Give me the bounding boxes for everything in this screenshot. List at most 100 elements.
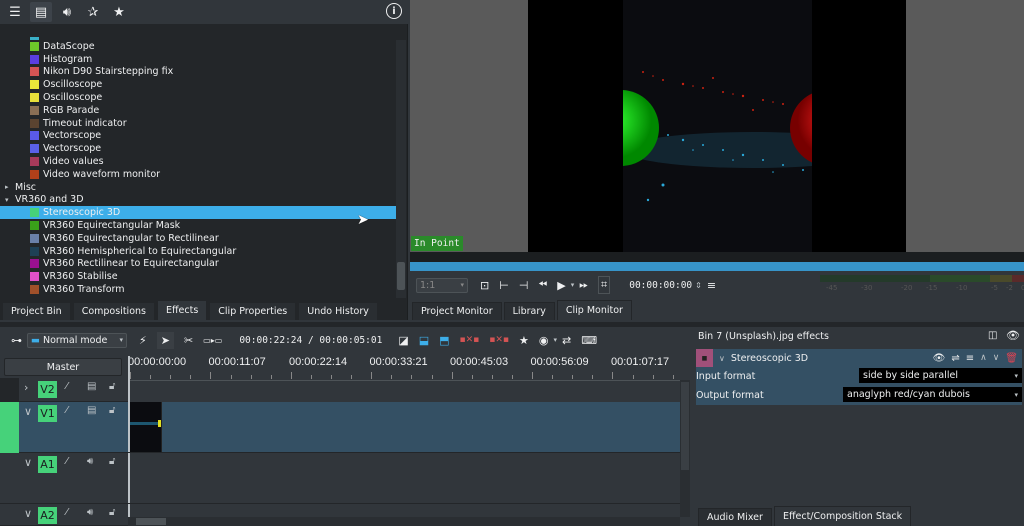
lift-icon[interactable]: ▪✕▪ (460, 335, 480, 345)
monitor-ruler[interactable] (410, 252, 1024, 262)
timeline-position[interactable]: 00:00:22:24 / 00:00:05:01 (239, 335, 382, 346)
play-options-icon[interactable]: ▾ (571, 281, 575, 289)
spacer-tool-icon[interactable]: ▭▸▭ (203, 336, 222, 345)
mixer-icon[interactable]: ⇄ (562, 334, 571, 347)
track-header-v2[interactable]: › V2 ⁄ ▤ 🔓︎ (0, 378, 128, 402)
hide-video-icon[interactable]: ▤ (87, 405, 96, 416)
track-name[interactable]: A2 (38, 507, 57, 524)
track-name[interactable]: A1 (38, 456, 57, 473)
effect-list-item[interactable]: Stereoscopic 3D (0, 206, 396, 220)
tab-undo-history[interactable]: Undo History (298, 302, 378, 320)
output-format-select[interactable]: anaglyph red/cyan dubois ▾ (843, 387, 1022, 402)
effect-list-item[interactable]: Oscilloscope (0, 78, 396, 91)
effect-list-item[interactable]: VR360 Hemispherical to Equirectangular (0, 245, 396, 258)
effect-list-item[interactable]: Nikon D90 Stairstepping fix (0, 66, 396, 79)
track-name[interactable]: V2 (38, 381, 57, 398)
insert-icon[interactable]: ⬓ (419, 334, 429, 347)
track-header-v1[interactable]: ∨ V1 ⁄ ▤ 🔓︎ (0, 402, 128, 453)
track-settings-icon[interactable]: ⊶ (11, 334, 22, 347)
rewind-icon[interactable]: ⏪︎ (538, 278, 547, 292)
move-down-icon[interactable]: ∨ (993, 353, 1000, 363)
vscroll-thumb[interactable] (681, 382, 689, 470)
monitor-timeline-bar[interactable] (410, 262, 1024, 271)
crop-icon[interactable]: ⌗ (598, 276, 611, 294)
master-button[interactable]: Master (4, 358, 122, 376)
set-in-icon[interactable]: ⊢ (499, 279, 509, 292)
track-effects-icon[interactable]: ⁄ (66, 456, 68, 467)
tab-audio-mixer[interactable]: Audio Mixer (698, 508, 772, 526)
razor-all-icon[interactable]: ⚡︎ (139, 334, 147, 347)
track-name[interactable]: V1 (38, 405, 57, 422)
move-up-icon[interactable]: ∧ (980, 353, 987, 363)
track-target[interactable] (0, 378, 19, 402)
effect-header[interactable]: ■ ∨ Stereoscopic 3D 👁︎ ⇌ ≡ ∧ ∨ 🗑︎ (696, 349, 1022, 367)
track-effects-icon[interactable]: ⁄ (66, 405, 68, 416)
expand-track-icon[interactable]: › (24, 381, 28, 394)
fit-icon[interactable]: ⊡ (480, 279, 489, 292)
effect-list-item[interactable]: VR360 Transform (0, 283, 396, 296)
tab-clip-properties[interactable]: Clip Properties (209, 302, 297, 320)
tab-compositions[interactable]: Compositions (72, 302, 155, 320)
effect-category[interactable]: ▾ VR360 and 3D (0, 194, 396, 207)
track-header-a1[interactable]: ∨ A1 ⁄ 🔊︎ 🔓︎ (0, 453, 128, 504)
dock-splitter[interactable] (0, 322, 1024, 327)
mute-audio-icon[interactable]: 🔊︎ (87, 507, 93, 518)
collapsed-arrow-icon[interactable]: ▸ (5, 183, 15, 191)
expanded-arrow-icon[interactable]: ▾ (5, 196, 15, 204)
track-effects-icon[interactable]: ⁄ (66, 507, 68, 518)
effect-list-item[interactable]: Oscilloscope (0, 91, 396, 104)
effect-list-item[interactable]: Video waveform monitor (0, 168, 396, 181)
overwrite-icon[interactable]: ⬒ (439, 334, 449, 347)
monitor-menu-icon[interactable]: ≡ (707, 279, 716, 292)
monitor-timecode[interactable]: 00:00:00:00 (629, 280, 692, 291)
toggle-effects-icon[interactable]: 👁︎ (1006, 329, 1020, 342)
custom-effects-icon[interactable]: ✰ (82, 2, 104, 22)
keyboard-icon[interactable]: ⌨ (581, 334, 597, 347)
active-track-indicator[interactable] (0, 402, 19, 453)
play-icon[interactable]: ▶ (557, 279, 565, 292)
effect-list-item[interactable]: Timeout indicator (0, 117, 396, 130)
edit-mode-combo[interactable]: ▬ Normal mode ▾ (27, 332, 127, 348)
favorite-icon[interactable]: ★ (108, 2, 130, 22)
select-tool-icon[interactable]: ➤ (156, 331, 174, 349)
effect-list-item[interactable]: VR360 Stabilise (0, 270, 396, 283)
effects-scrollbar-thumb[interactable] (397, 262, 405, 290)
cut-tool-icon[interactable]: ✂ (184, 334, 193, 347)
lock-icon[interactable]: 🔓︎ (109, 456, 115, 467)
info-icon[interactable]: i (386, 3, 402, 19)
delete-effect-icon[interactable]: 🗑︎ (1005, 353, 1018, 364)
set-out-icon[interactable]: ⊣ (519, 279, 529, 292)
effect-menu-icon[interactable]: ≡ (966, 353, 974, 364)
timeline-hscrollbar[interactable] (128, 517, 680, 526)
lock-icon[interactable]: 🔓︎ (109, 507, 115, 518)
audio-effects-icon[interactable]: 🔊︎ (56, 2, 78, 22)
enable-effect-icon[interactable]: 👁︎ (933, 353, 946, 364)
collapse-track-icon[interactable]: ∨ (24, 507, 32, 520)
extract-icon[interactable]: ▪✕▪ (489, 335, 509, 345)
split-view-icon[interactable]: ◪ (398, 334, 408, 347)
timeline-vscrollbar[interactable] (680, 380, 690, 517)
timeline-ruler[interactable]: 00:00:00:00 00:00:11:07 00:00:22:14 00:00:3… (128, 356, 680, 380)
tab-project-monitor[interactable]: Project Monitor (412, 302, 502, 320)
timecode-spinner-icon[interactable]: ⇕ (695, 281, 702, 290)
tab-clip-monitor[interactable]: Clip Monitor (556, 300, 632, 320)
effect-compare-icon[interactable]: ⇌ (951, 353, 959, 364)
effect-list-item[interactable]: VR360 Equirectangular to Rectilinear (0, 232, 396, 245)
lock-icon[interactable]: 🔓︎ (109, 405, 115, 416)
timeline-clip[interactable] (128, 402, 162, 453)
effect-list-item[interactable]: Vectorscope (0, 142, 396, 155)
collapse-icon[interactable]: ∨ (719, 354, 725, 363)
zoom-combo[interactable]: 1:1 ▾ (416, 277, 468, 293)
forward-icon[interactable]: ⏩︎ (579, 278, 588, 292)
effects-scrollbar[interactable] (396, 40, 406, 298)
effect-list-item[interactable]: Video values (0, 155, 396, 168)
tab-effects[interactable]: Effects (156, 300, 208, 320)
collapse-track-icon[interactable]: ∨ (24, 456, 32, 469)
record-options-icon[interactable]: ▾ (554, 336, 558, 344)
collapse-track-icon[interactable]: ∨ (24, 405, 32, 418)
mute-audio-icon[interactable]: 🔊︎ (87, 456, 93, 467)
effect-category[interactable]: ▸ Misc (0, 181, 396, 194)
hscroll-thumb[interactable] (136, 518, 166, 525)
effect-list-item[interactable]: Histogram (0, 53, 396, 66)
effect-list-item[interactable]: VR360 Rectilinear to Equirectangular (0, 258, 396, 271)
